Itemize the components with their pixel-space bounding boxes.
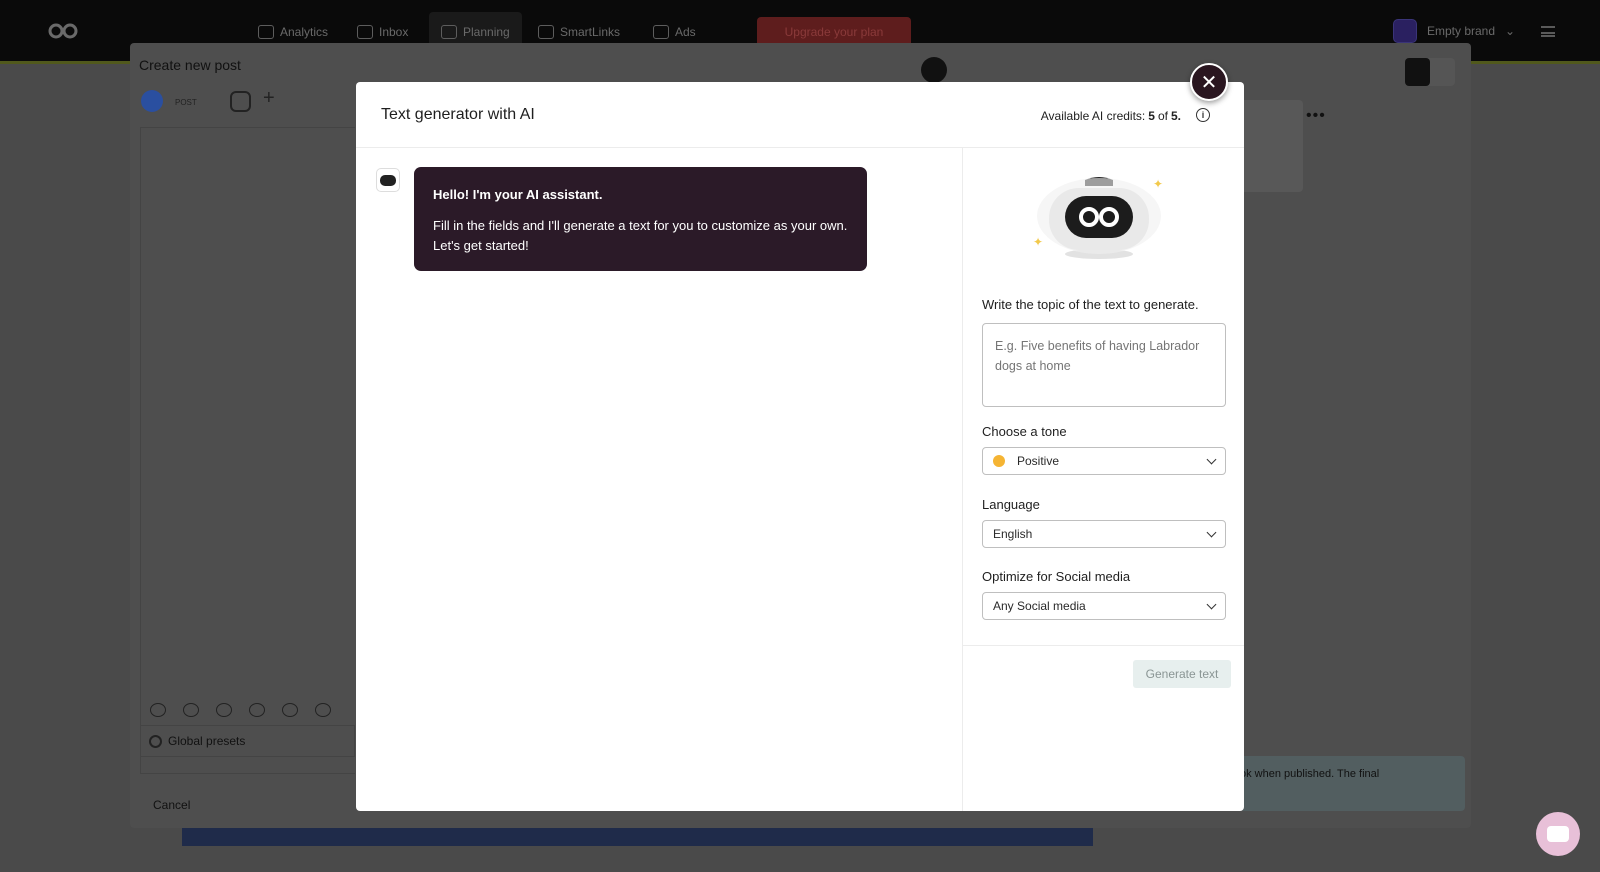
info-icon[interactable]: i — [1196, 108, 1210, 122]
chevron-down-icon — [1206, 599, 1217, 610]
megaphone-icon — [653, 25, 669, 39]
topic-label: Write the topic of the text to generate. — [982, 297, 1199, 312]
smile-emoji-icon — [993, 455, 1005, 467]
nav-inbox[interactable]: Inbox — [357, 20, 408, 44]
post-editor[interactable] — [140, 127, 355, 774]
tone-label: Choose a tone — [982, 424, 1067, 439]
tone-select[interactable]: Positive — [982, 447, 1226, 475]
nav-smartlinks-label: SmartLinks — [560, 25, 621, 39]
app-logo-icon[interactable] — [48, 22, 78, 40]
chat-pane: Hello! I'm your AI assistant. Fill in th… — [356, 148, 962, 811]
link-icon — [538, 25, 554, 39]
brand-selector[interactable]: Empty brand ⌄ — [1393, 19, 1515, 43]
chevron-down-icon: ⌄ — [1505, 24, 1516, 38]
nav-smartlinks[interactable]: SmartLinks — [538, 20, 620, 44]
global-presets-button[interactable]: Global presets — [140, 725, 355, 757]
ai-credits: Available AI credits: 5 of 5. — [1041, 109, 1181, 123]
nav-planning-label: Planning — [463, 25, 510, 39]
social-media-select[interactable]: Any Social media — [982, 592, 1226, 620]
language-value: English — [993, 527, 1033, 541]
chat-icon — [1547, 826, 1569, 842]
media-icon[interactable] — [150, 703, 166, 717]
gear-icon — [149, 735, 162, 748]
editor-toolbar — [150, 703, 331, 717]
emoji-icon[interactable] — [183, 703, 199, 717]
preview-note: ok when published. The final — [1240, 756, 1465, 811]
background-strip — [182, 828, 1093, 846]
assistant-intro: Fill in the fields and I'll generate a t… — [433, 218, 848, 253]
chat-bubbles-icon — [357, 25, 373, 39]
nav-inbox-label: Inbox — [379, 25, 409, 39]
brand-avatar — [1393, 19, 1417, 43]
language-label: Language — [982, 497, 1040, 512]
preview-device-toggle[interactable] — [1405, 58, 1455, 86]
svg-text:✦: ✦ — [1033, 235, 1043, 249]
social-media-value: Any Social media — [993, 599, 1086, 613]
post-type-dropdown[interactable]: POST — [175, 98, 197, 107]
robot-icon — [380, 174, 396, 186]
modal-header: Text generator with AI Available AI cred… — [356, 82, 1244, 148]
chart-icon — [258, 25, 274, 39]
add-network-icon[interactable]: + — [263, 87, 275, 110]
bot-avatar — [376, 168, 400, 192]
generate-text-button[interactable]: Generate text — [1133, 660, 1231, 688]
nav-ads[interactable]: Ads — [653, 20, 696, 44]
preview-note-text: ok when published. The final — [1240, 768, 1380, 780]
credits-used: 5 — [1148, 109, 1155, 123]
credits-prefix: Available AI credits: — [1040, 109, 1146, 123]
close-modal-button[interactable]: ✕ — [1190, 63, 1228, 101]
menu-icon[interactable] — [1541, 26, 1555, 37]
tone-value: Positive — [1017, 454, 1060, 468]
ai-text-generator-modal: Text generator with AI Available AI cred… — [356, 82, 1244, 811]
ai-assistant-icon[interactable] — [315, 703, 331, 717]
credits-total: 5. — [1170, 109, 1181, 123]
comment-icon[interactable] — [216, 703, 232, 717]
support-chat-button[interactable] — [1536, 812, 1580, 856]
more-options-icon[interactable]: ••• — [1306, 107, 1326, 125]
location-icon[interactable] — [249, 703, 265, 717]
nav-analytics[interactable]: Analytics — [258, 20, 328, 44]
assistant-greeting: Hello! I'm your AI assistant. — [433, 187, 603, 202]
topic-input[interactable] — [982, 323, 1226, 407]
global-presets-label: Global presets — [168, 734, 246, 748]
facebook-preview-icon — [921, 57, 947, 83]
create-post-title: Create new post — [139, 57, 241, 73]
link-icon[interactable] — [282, 703, 298, 717]
cancel-button[interactable]: Cancel — [153, 798, 190, 812]
chevron-down-icon — [1206, 527, 1217, 538]
language-select[interactable]: English — [982, 520, 1226, 548]
calendar-icon — [441, 25, 457, 39]
mobile-view-icon[interactable] — [1405, 58, 1430, 86]
chevron-down-icon — [1206, 454, 1217, 465]
nav-analytics-label: Analytics — [280, 25, 329, 39]
instagram-icon[interactable] — [230, 91, 251, 112]
facebook-icon[interactable] — [141, 90, 163, 112]
svg-text:✦: ✦ — [1153, 177, 1163, 191]
form-divider — [963, 645, 1244, 646]
close-icon: ✕ — [1200, 71, 1218, 94]
assistant-message: Hello! I'm your AI assistant. Fill in th… — [414, 167, 867, 271]
brand-name: Empty brand — [1427, 24, 1496, 38]
modal-title: Text generator with AI — [381, 106, 535, 123]
generator-form: ✦ ✦ Write the topic of the text to gener… — [962, 148, 1244, 811]
nav-ads-label: Ads — [675, 25, 696, 39]
robot-illustration: ✦ ✦ — [1033, 177, 1163, 259]
social-media-label: Optimize for Social media — [982, 569, 1131, 584]
credits-of: of — [1157, 109, 1168, 123]
